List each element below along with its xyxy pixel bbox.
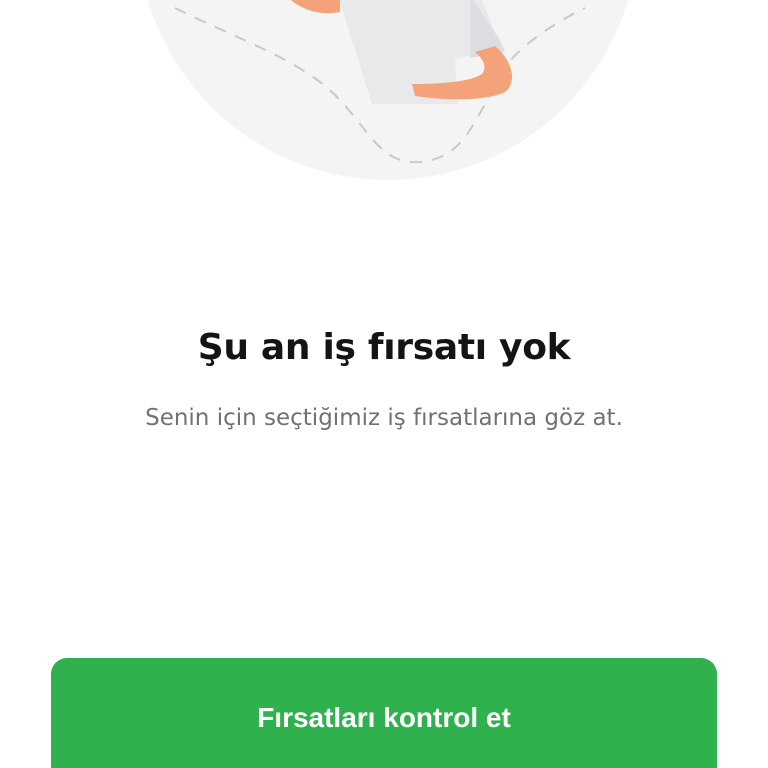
check-opportunities-button-label: Fırsatları kontrol et <box>257 702 511 733</box>
person-illustration <box>148 0 628 180</box>
page-subtitle: Senin için seçtiğimiz iş fırsatlarına gö… <box>145 405 623 431</box>
page-title: Şu an iş fırsatı yok <box>197 327 571 368</box>
check-opportunities-button[interactable]: Fırsatları kontrol et <box>51 658 717 768</box>
empty-state-screen: Şu an iş fırsatı yok Senin için seçtiğim… <box>0 0 768 768</box>
